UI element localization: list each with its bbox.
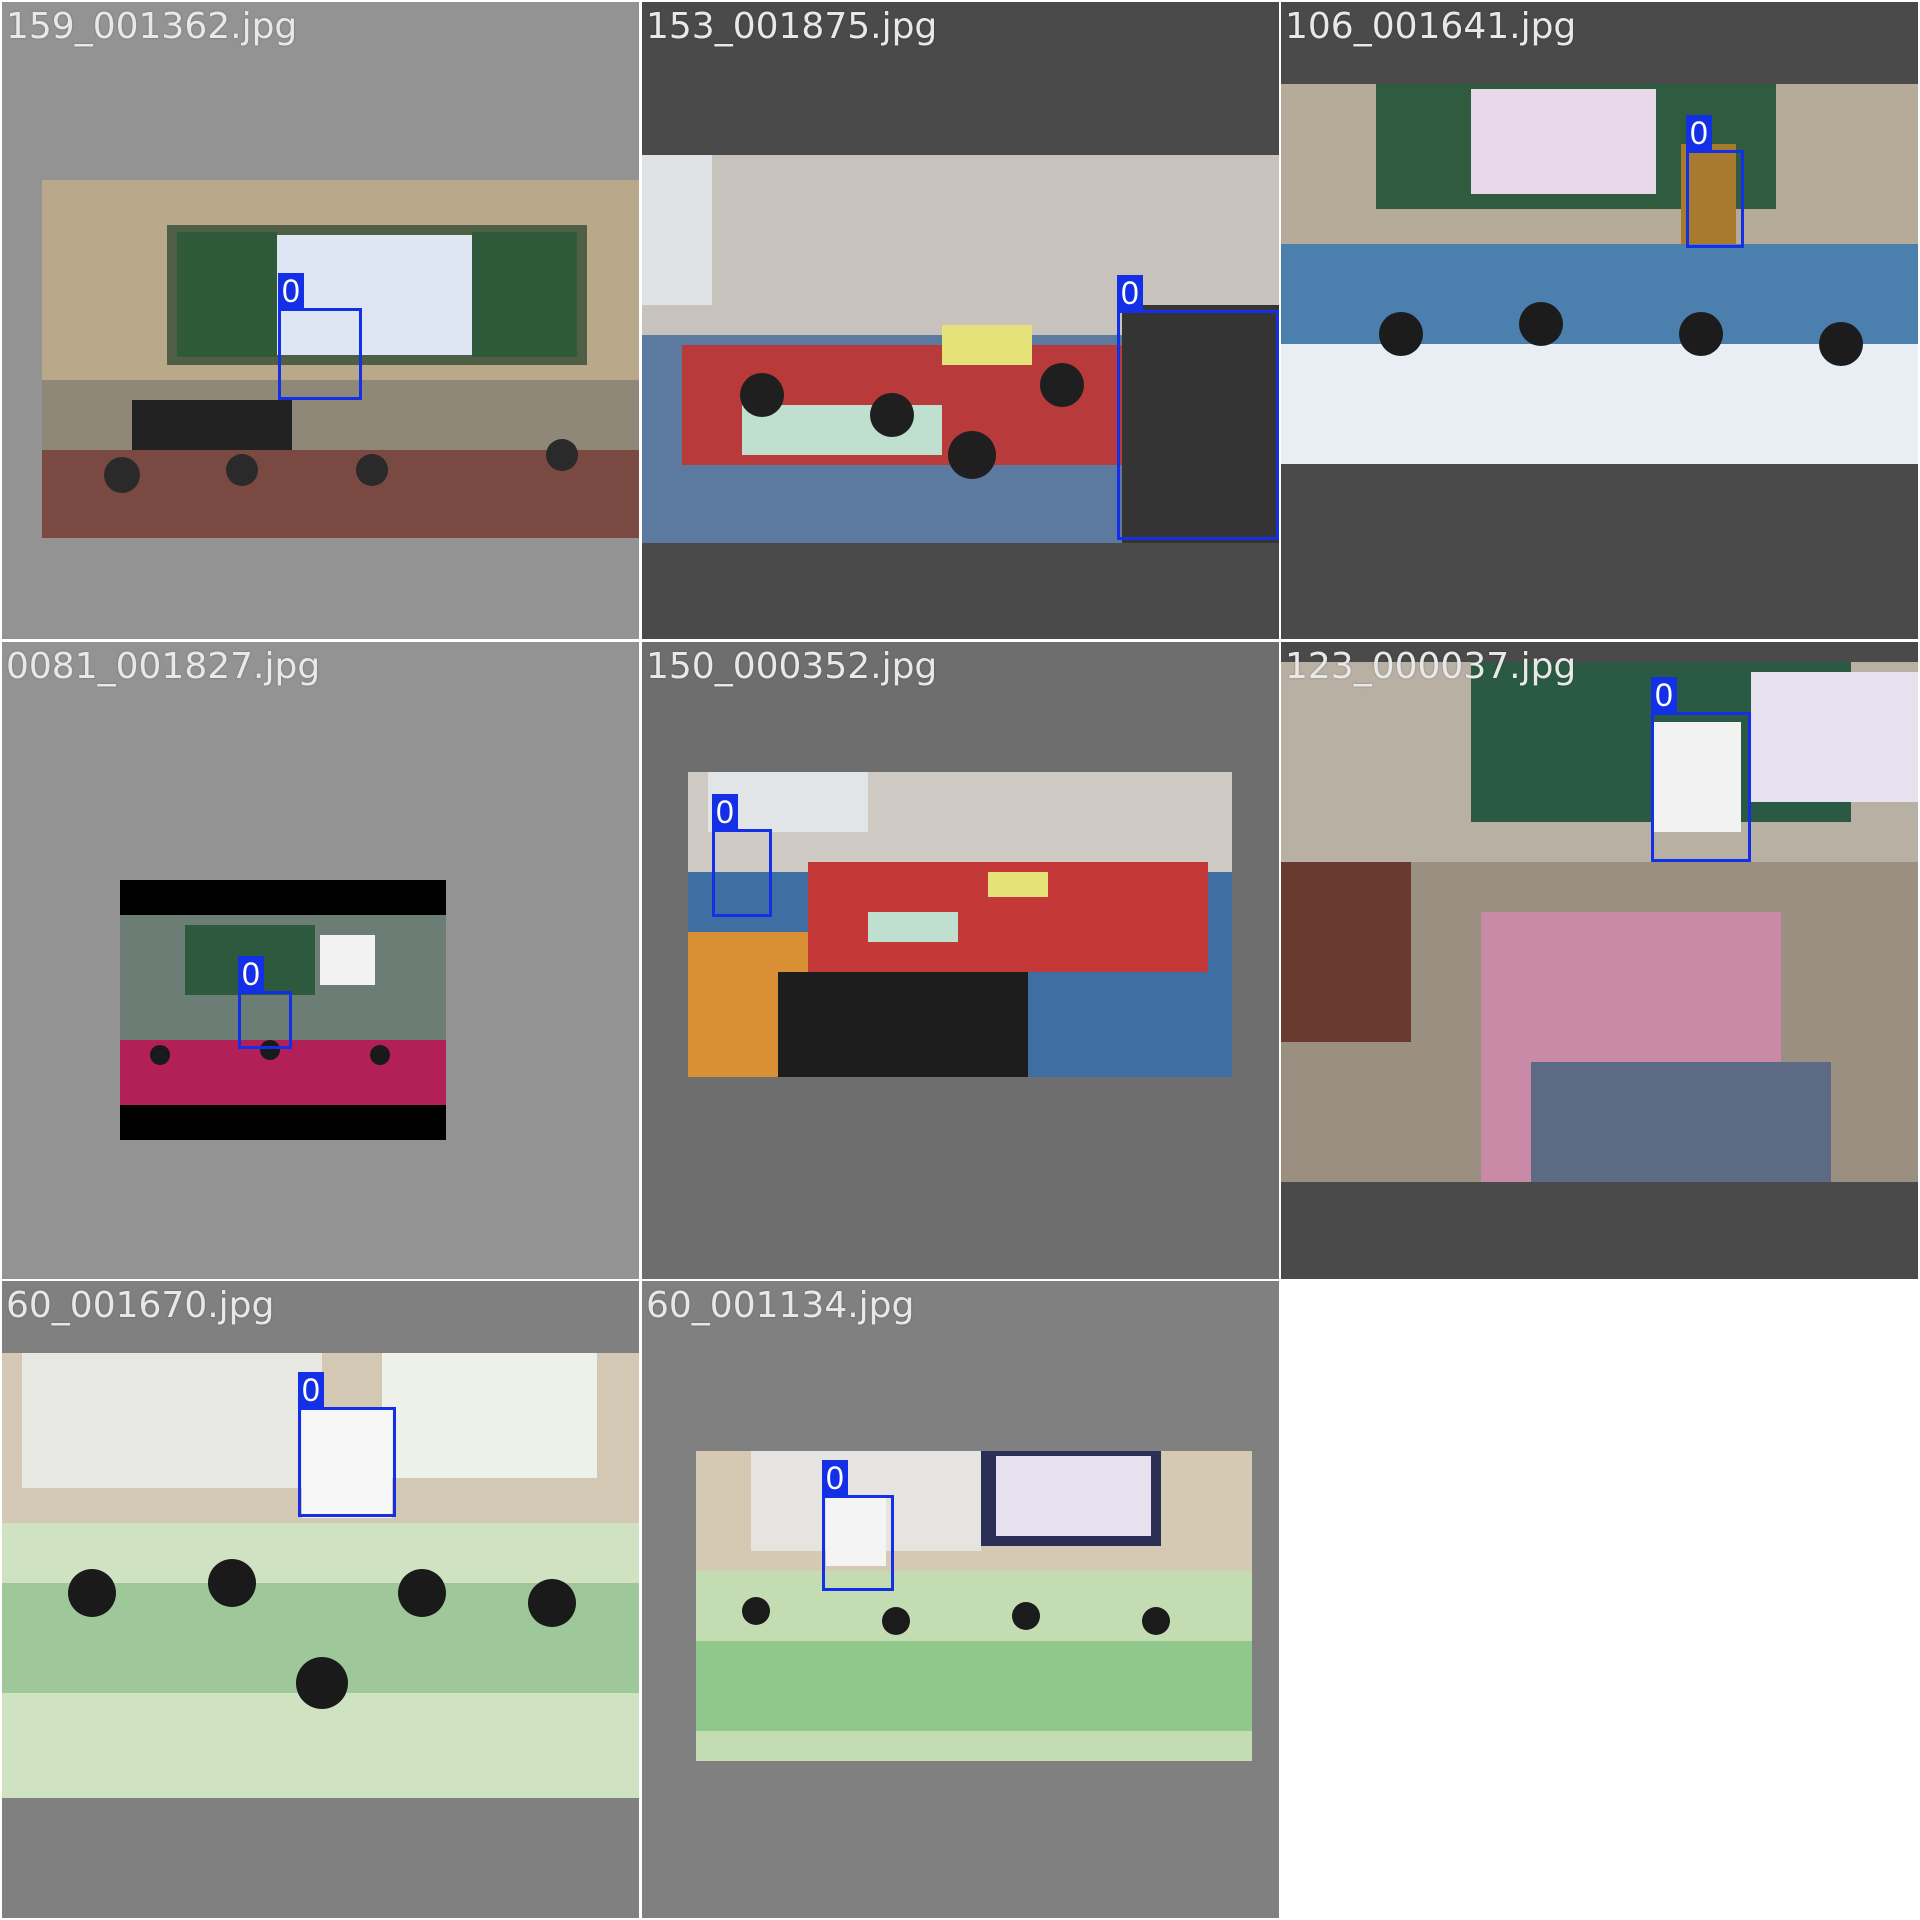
tile-filename: 106_001641.jpg: [1285, 6, 1577, 47]
detection-box: 0: [238, 956, 292, 1049]
tile-filename: 60_001670.jpg: [6, 1285, 275, 1326]
class-label: 0: [278, 273, 304, 309]
classroom-photo: 0: [2, 1353, 639, 1798]
image-tile-1[interactable]: 159_001362.jpg 0: [2, 2, 639, 639]
class-label: 0: [822, 1460, 848, 1496]
classroom-photo: 0: [1281, 84, 1918, 464]
detection-box: 0: [1651, 677, 1751, 862]
image-tile-5[interactable]: 150_000352.jpg 0: [642, 642, 1279, 1279]
image-tile-8[interactable]: 60_001134.jpg 0: [642, 1281, 1279, 1918]
classroom-photo: 0: [696, 1451, 1252, 1761]
tile-filename: 159_001362.jpg: [6, 6, 298, 47]
image-tile-2[interactable]: 153_001875.jpg 0: [642, 2, 1279, 639]
image-tile-4[interactable]: 0081_001827.jpg 0: [2, 642, 639, 1279]
detection-box: 0: [298, 1372, 396, 1517]
class-label: 0: [1686, 115, 1712, 151]
image-tile-6[interactable]: 123_000037.jpg 0: [1281, 642, 1918, 1279]
tile-filename: 60_001134.jpg: [646, 1285, 915, 1326]
detection-box: 0: [1117, 275, 1279, 540]
class-label: 0: [712, 794, 738, 830]
classroom-photo: 0: [120, 880, 446, 1140]
image-tile-3[interactable]: 106_001641.jpg 0: [1281, 2, 1918, 639]
detection-box: 0: [712, 794, 772, 917]
tile-filename: 150_000352.jpg: [646, 646, 938, 687]
detection-box: 0: [278, 273, 362, 400]
detection-box: 0: [1686, 115, 1744, 248]
tile-filename: 153_001875.jpg: [646, 6, 938, 47]
class-label: 0: [1651, 677, 1677, 713]
class-label: 0: [238, 956, 264, 992]
classroom-photo: 0: [688, 772, 1232, 1077]
detection-box: 0: [822, 1460, 894, 1591]
tile-filename: 123_000037.jpg: [1285, 646, 1577, 687]
empty-grid-cell: [1281, 1281, 1918, 1918]
class-label: 0: [298, 1372, 324, 1408]
class-label: 0: [1117, 275, 1143, 311]
classroom-photo: 0: [642, 155, 1279, 543]
classroom-photo: 0: [1281, 662, 1918, 1182]
tile-filename: 0081_001827.jpg: [6, 646, 321, 687]
classroom-photo: 0: [42, 180, 639, 538]
image-tile-7[interactable]: 60_001670.jpg 0: [2, 1281, 639, 1918]
